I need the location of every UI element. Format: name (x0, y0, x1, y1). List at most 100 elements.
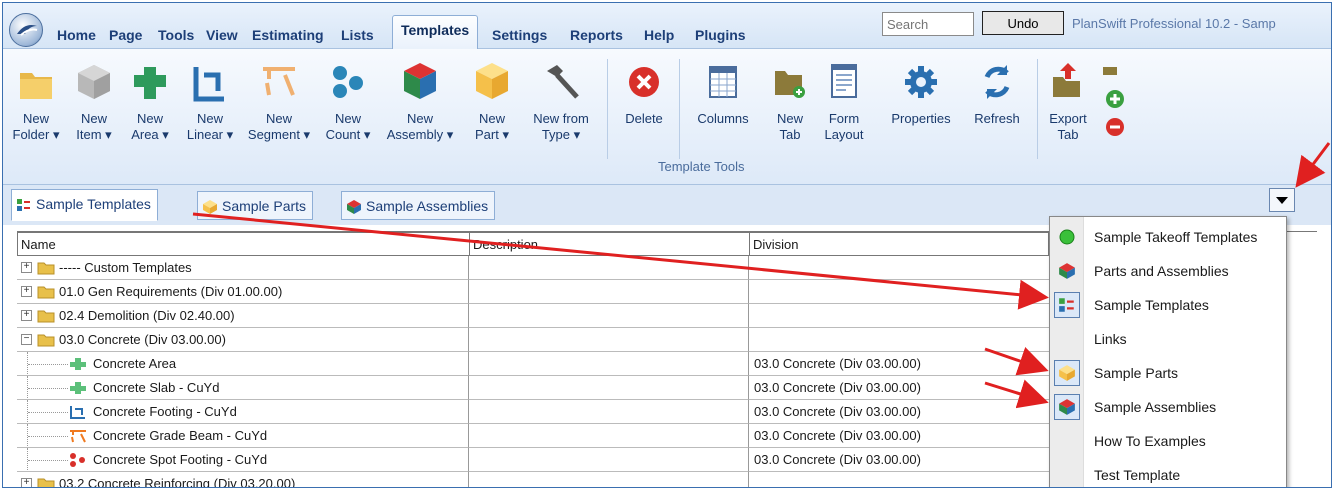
app-menu-button[interactable] (9, 13, 43, 47)
new-from-type-button[interactable]: New from Type ▾ (523, 53, 599, 143)
cell-description[interactable] (469, 448, 749, 472)
refresh-button[interactable]: Refresh (965, 53, 1029, 127)
tab-sample-assemblies[interactable]: Sample Assemblies (341, 191, 496, 220)
new-folder-button[interactable]: New Folder ▾ (9, 53, 63, 143)
cell-division[interactable]: 03.0 Concrete (Div 03.00.00) (749, 400, 1049, 424)
undo-button[interactable]: Undo (982, 11, 1064, 35)
form-layout-icon (831, 64, 857, 98)
tree-line (28, 412, 68, 413)
templates-icon (1058, 296, 1076, 314)
tab-list-dropdown-button[interactable] (1269, 188, 1295, 212)
area-icon (134, 67, 166, 99)
gear-icon (905, 66, 937, 98)
cell-division[interactable] (749, 280, 1049, 304)
tab-sample-parts[interactable]: Sample Parts (197, 191, 314, 220)
new-count-button[interactable]: New Count ▾ (319, 53, 377, 143)
column-header-name[interactable]: Name (17, 232, 471, 256)
tab-templates[interactable]: Templates (392, 15, 479, 50)
form-layout-button[interactable]: Form Layout (817, 53, 871, 143)
new-item-button[interactable]: New Item ▾ (67, 53, 121, 143)
side-mini-icons[interactable] (1099, 57, 1125, 137)
cell-division[interactable] (749, 304, 1049, 328)
expand-icon[interactable]: + (21, 262, 32, 273)
tab-sample-templates[interactable]: Sample Templates (11, 189, 158, 221)
expand-icon[interactable]: + (21, 286, 32, 297)
cell-division[interactable] (749, 472, 1049, 487)
menu-item-links[interactable]: Links (1050, 323, 1286, 355)
tab-page[interactable]: Page (109, 27, 142, 43)
menu-item-sample-parts[interactable]: Sample Parts (1050, 357, 1286, 389)
delete-button[interactable]: Delete (615, 53, 673, 127)
cell-description[interactable] (469, 328, 749, 352)
cell-division[interactable]: 03.0 Concrete (Div 03.00.00) (749, 376, 1049, 400)
ribbon-group-label: Template Tools (658, 159, 745, 174)
cell-division[interactable] (749, 256, 1049, 280)
folder-icon (37, 285, 55, 299)
cell-name[interactable]: − 03.0 Concrete (Div 03.00.00) (17, 328, 469, 352)
row-name: Concrete Area (93, 356, 177, 371)
cell-description[interactable] (469, 256, 749, 280)
cell-division[interactable]: 03.0 Concrete (Div 03.00.00) (749, 352, 1049, 376)
tab-settings[interactable]: Settings (492, 27, 547, 43)
ribbon-separator (607, 59, 608, 159)
new-segment-button[interactable]: New Segment ▾ (243, 53, 315, 143)
tab-estimating[interactable]: Estimating (252, 27, 324, 43)
menu-item-how-to-examples[interactable]: How To Examples (1050, 425, 1286, 457)
count-icon (333, 66, 363, 98)
cell-name[interactable]: +02.4 Demolition (Div 02.40.00) (17, 304, 469, 328)
folder-icon (37, 261, 55, 275)
menu-item-test-template[interactable]: Test Template (1050, 459, 1286, 487)
ribbon-separator (1037, 59, 1038, 159)
export-tab-button[interactable]: Export Tab (1039, 53, 1097, 143)
count-icon (69, 453, 87, 467)
search-input[interactable] (882, 12, 974, 36)
tab-reports[interactable]: Reports (570, 27, 623, 43)
menu-item-parts-and-assemblies[interactable]: Parts and Assemblies (1050, 255, 1286, 287)
cell-name[interactable]: Concrete Area (17, 352, 469, 376)
tab-help[interactable]: Help (644, 27, 674, 43)
cell-name[interactable]: + ----- Custom Templates (17, 256, 469, 280)
new-area-button[interactable]: New Area ▾ (123, 53, 177, 143)
expand-icon[interactable]: + (21, 310, 32, 321)
menu-item-sample-assemblies[interactable]: Sample Assemblies (1050, 391, 1286, 423)
new-tab-button[interactable]: New Tab (765, 53, 815, 143)
part-icon (203, 200, 217, 214)
cell-name[interactable]: +03.2 Concrete Reinforcing (Div 03.20.00… (17, 472, 469, 487)
collapse-icon[interactable]: − (21, 334, 32, 345)
cell-division[interactable]: 03.0 Concrete (Div 03.00.00) (749, 448, 1049, 472)
menu-item-sample-templates[interactable]: Sample Templates (1050, 289, 1286, 321)
cell-description[interactable] (469, 400, 749, 424)
cell-description[interactable] (469, 376, 749, 400)
menu-item-sample-takeoff-templates[interactable]: Sample Takeoff Templates (1050, 221, 1286, 253)
tab-view[interactable]: View (206, 27, 238, 43)
column-header-division[interactable]: Division (749, 232, 1049, 256)
cell-name[interactable]: Concrete Grade Beam - CuYd (17, 424, 469, 448)
new-assembly-button[interactable]: New Assembly ▾ (381, 53, 459, 143)
cell-division[interactable] (749, 328, 1049, 352)
expand-icon[interactable]: + (21, 478, 32, 487)
green-dot-icon (1058, 228, 1076, 246)
tab-plugins[interactable]: Plugins (695, 27, 746, 43)
properties-button[interactable]: Properties (879, 53, 963, 127)
tab-tools[interactable]: Tools (158, 27, 194, 43)
cube-gray-icon (78, 65, 110, 99)
columns-button[interactable]: Columns (687, 53, 759, 127)
new-linear-button[interactable]: New Linear ▾ (181, 53, 239, 143)
cell-name[interactable]: Concrete Spot Footing - CuYd (17, 448, 469, 472)
cell-description[interactable] (469, 352, 749, 376)
cell-name[interactable]: Concrete Slab - CuYd (17, 376, 469, 400)
cell-name[interactable]: +01.0 Gen Requirements (Div 01.00.00) (17, 280, 469, 304)
cell-description[interactable] (469, 280, 749, 304)
cell-name[interactable]: Concrete Footing - CuYd (17, 400, 469, 424)
cell-description[interactable] (469, 472, 749, 487)
tab-lists[interactable]: Lists (341, 27, 374, 43)
assembly-icon (347, 200, 361, 214)
menu-item-label: How To Examples (1094, 433, 1206, 449)
column-header-description[interactable]: Description (469, 232, 751, 256)
product-title: PlanSwift Professional 10.2 - Samp (1072, 16, 1276, 31)
cell-description[interactable] (469, 304, 749, 328)
tab-home[interactable]: Home (57, 27, 96, 43)
cell-division[interactable]: 03.0 Concrete (Div 03.00.00) (749, 424, 1049, 448)
cell-description[interactable] (469, 424, 749, 448)
new-part-button[interactable]: New Part ▾ (463, 53, 521, 143)
